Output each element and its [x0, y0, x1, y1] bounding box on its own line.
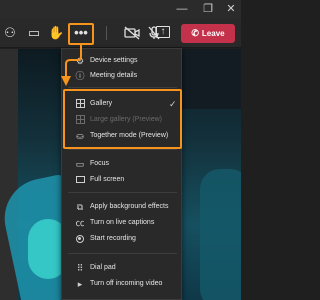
menu-item-dial-pad[interactable]: ⠿ Dial pad — [62, 260, 181, 276]
menu-item-label: Start recording — [90, 235, 136, 242]
phone-icon: ✆ — [191, 28, 199, 38]
camera-off-icon[interactable] — [124, 24, 140, 42]
fullscreen-icon-shape — [75, 176, 85, 183]
minimize-icon[interactable]: — — [172, 0, 192, 18]
info-icon: ⓘ — [75, 71, 85, 81]
menu-divider — [68, 87, 177, 88]
fullscreen-icon — [74, 172, 86, 188]
focus-icon: ▭ — [75, 159, 85, 169]
share-screen-icon[interactable]: ↑ — [153, 24, 175, 42]
record-icon-shape — [76, 235, 84, 243]
video-shape — [182, 49, 241, 109]
menu-item-label: Focus — [90, 160, 110, 167]
menu-item-background-effects[interactable]: ⧉ Apply background effects — [62, 199, 181, 215]
camera-off-icon-svg — [124, 26, 140, 40]
menu-item-label: Apply background effects — [90, 203, 169, 210]
leave-button[interactable]: ✆ Leave — [181, 24, 235, 43]
captions-icon: ㏄ — [75, 218, 85, 228]
toolbar-divider — [106, 26, 107, 40]
menu-item-live-captions[interactable]: ㏄ Turn on live captions — [62, 215, 181, 231]
menu-divider — [68, 149, 177, 150]
menu-item-label: Device settings — [90, 57, 138, 64]
background-effects-icon: ⧉ — [76, 202, 84, 212]
menu-item-label: Full screen — [90, 176, 125, 183]
menu-divider — [68, 253, 177, 254]
video-off-icon: ▸ — [77, 279, 83, 289]
leave-button-label: Leave — [201, 29, 225, 38]
view-options-highlight — [63, 89, 182, 149]
menu-item-device-settings[interactable]: ⚙ Device settings — [62, 53, 181, 69]
menu-item-start-recording[interactable]: Start recording — [62, 231, 181, 247]
menu-item-meeting-details[interactable]: ⓘ Meeting details — [62, 68, 181, 84]
gear-icon: ⚙ — [75, 56, 85, 66]
restore-icon[interactable]: ❐ — [198, 0, 218, 18]
menu-item-turn-off-incoming-video[interactable]: ▸ Turn off incoming video — [62, 276, 181, 292]
video-shape — [200, 169, 241, 300]
more-actions-highlight — [68, 23, 94, 45]
menu-divider — [68, 192, 177, 193]
menu-item-focus[interactable]: ▭ Focus — [62, 156, 181, 172]
menu-item-label: Dial pad — [90, 264, 116, 271]
close-icon[interactable]: ✕ — [221, 0, 241, 18]
title-bar: — ❐ ✕ — [0, 0, 241, 18]
menu-item-full-screen[interactable]: Full screen — [62, 172, 181, 188]
meeting-toolbar: ⚇ ▭ ✋ ••• ↑ ✆ Leave — [0, 18, 241, 48]
record-icon — [74, 231, 86, 247]
participants-icon[interactable]: ⚇ — [2, 24, 18, 42]
menu-item-label: Meeting details — [90, 72, 138, 79]
share-arrow-icon: ↑ — [160, 26, 166, 37]
more-actions-menu: ⚙ Device settings ⓘ Meeting details Gall… — [61, 48, 182, 300]
chat-icon[interactable]: ▭ — [26, 24, 42, 42]
raise-hand-icon[interactable]: ✋ — [48, 24, 64, 42]
menu-item-label: Turn on live captions — [90, 219, 155, 226]
dialpad-icon: ⠿ — [76, 263, 84, 273]
menu-item-label: Turn off incoming video — [90, 280, 163, 287]
